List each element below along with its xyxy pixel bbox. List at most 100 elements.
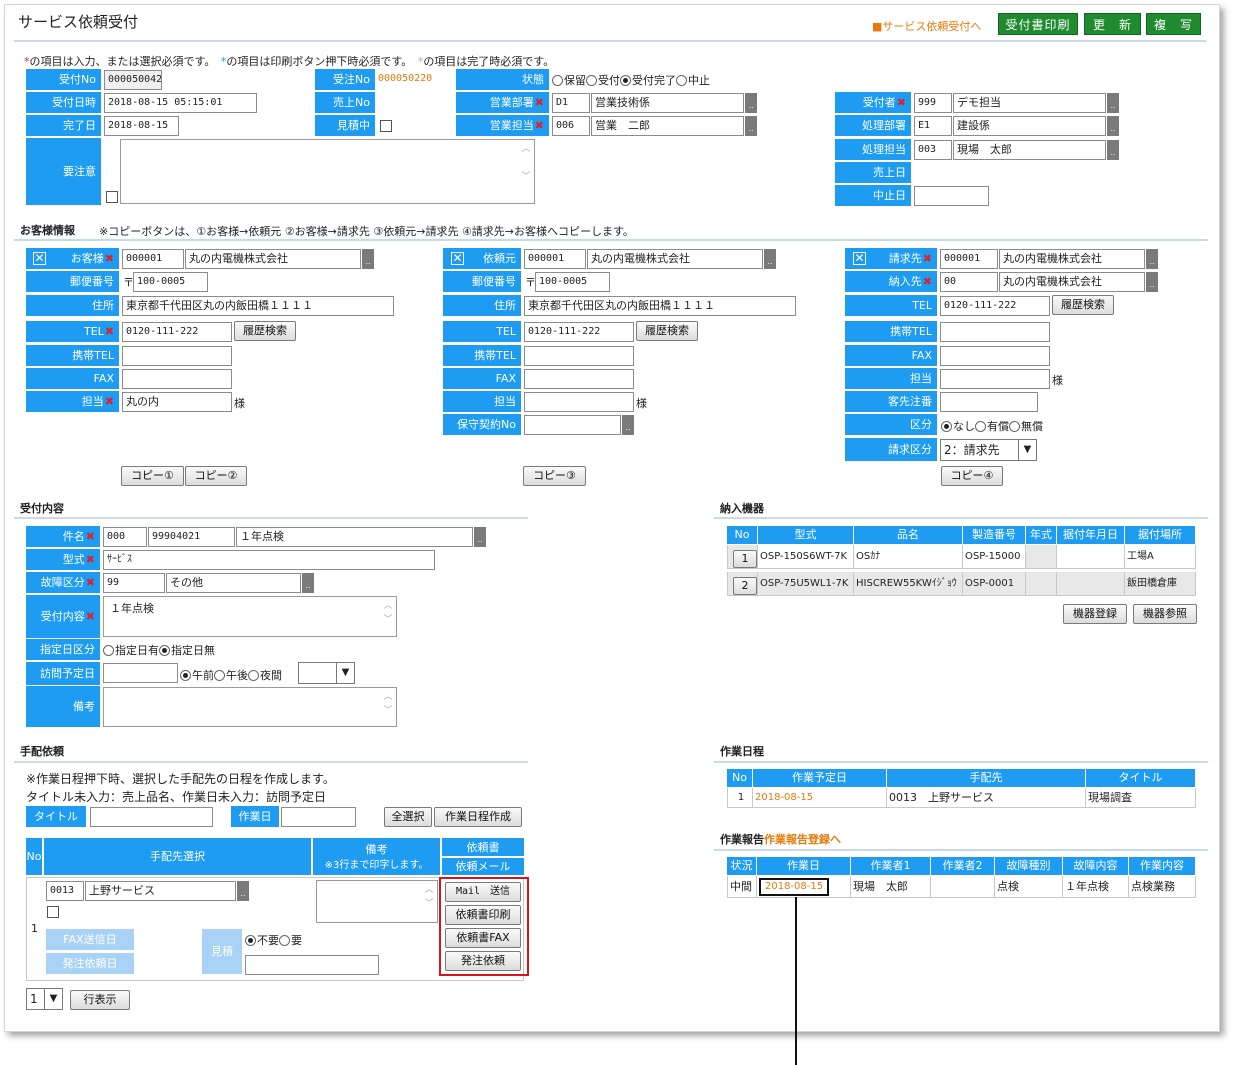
- charge-type-radio-group[interactable]: なし 有償 無償: [941, 418, 1043, 434]
- model-field[interactable]: ｻｰﾋﾞｽ: [103, 550, 435, 570]
- billing-type-select[interactable]: 2：請求先 ▼: [940, 439, 1037, 461]
- status-complete-radio[interactable]: [620, 75, 631, 86]
- customer-tel-field[interactable]: 0120-111-222: [122, 322, 232, 342]
- billing-tel-field[interactable]: 0120-111-222: [940, 296, 1050, 316]
- caution-textarea[interactable]: ︿ ﹀: [120, 139, 535, 204]
- order-request-button[interactable]: 発注依頼: [445, 951, 521, 971]
- estimate-none-radio[interactable]: [245, 935, 256, 946]
- maintenance-contract-lookup-button[interactable]: ..: [622, 415, 634, 435]
- completion-date-field[interactable]: 2018-08-15: [104, 116, 179, 136]
- charge-none-radio[interactable]: [941, 421, 952, 432]
- reception-content-textarea[interactable]: １年点検 ︿ ﹀: [103, 596, 397, 637]
- customer-mobile-field[interactable]: [122, 346, 232, 366]
- date-specified-radio[interactable]: [103, 645, 114, 656]
- caution-checkbox[interactable]: [106, 191, 118, 203]
- charge-paid-radio[interactable]: [975, 421, 986, 432]
- billing-fax-field[interactable]: [940, 346, 1050, 366]
- customer-code[interactable]: 000001: [122, 249, 184, 269]
- sales-rep-lookup-button[interactable]: ..: [745, 116, 757, 136]
- schedule-date-cell[interactable]: 2018-08-15: [753, 788, 887, 808]
- requester-history-button[interactable]: 履歴検索: [636, 321, 698, 341]
- billing-clear-icon[interactable]: ✕: [853, 252, 866, 265]
- requester-mobile-field[interactable]: [524, 346, 634, 366]
- date-unspecified-radio[interactable]: [159, 645, 170, 656]
- requester-contact-field[interactable]: [524, 392, 634, 412]
- update-button[interactable]: 更 新: [1084, 13, 1141, 35]
- receiver-lookup-button[interactable]: ..: [1107, 93, 1119, 113]
- billing-history-button[interactable]: 履歴検索: [1052, 295, 1114, 315]
- vendor-lookup-button[interactable]: ..: [237, 881, 249, 901]
- customer-po-field[interactable]: [940, 392, 1038, 412]
- arrangement-remarks-textarea[interactable]: ︿ ﹀: [316, 880, 438, 923]
- show-rows-button[interactable]: 行表示: [70, 990, 130, 1010]
- estimate-required-radio[interactable]: [279, 935, 290, 946]
- estimating-checkbox[interactable]: [380, 120, 392, 132]
- estimate-radio-group[interactable]: 不要要: [245, 932, 302, 948]
- estimate-field[interactable]: [245, 955, 379, 975]
- select-all-button[interactable]: 全選択: [384, 807, 432, 827]
- copy-record-button[interactable]: 複 写: [1146, 13, 1201, 35]
- visit-date-field[interactable]: [103, 663, 178, 683]
- customer-history-button[interactable]: 履歴検索: [234, 321, 296, 341]
- status-cancel-radio[interactable]: [676, 75, 687, 86]
- requester-clear-icon[interactable]: ✕: [451, 252, 464, 265]
- copy1-button[interactable]: コピー①: [121, 466, 184, 486]
- visit-night-radio[interactable]: [248, 670, 259, 681]
- copy4-button[interactable]: コピー④: [941, 466, 1003, 486]
- receiver-code[interactable]: 999: [914, 93, 952, 113]
- work-date-field[interactable]: [281, 807, 356, 827]
- fault-type-code[interactable]: 99: [103, 573, 165, 593]
- visit-pm-radio[interactable]: [214, 670, 225, 681]
- proc-dept-lookup-button[interactable]: ..: [1107, 116, 1119, 136]
- proc-rep-code[interactable]: 003: [914, 140, 952, 160]
- customer-address-field[interactable]: 東京都千代田区丸の内飯田橋１１１１: [122, 296, 394, 316]
- maintenance-contract-field[interactable]: [524, 415, 621, 435]
- fax-request-button[interactable]: 依頼書FAX: [445, 928, 521, 948]
- requester-zip-field[interactable]: 100-0005: [535, 272, 610, 292]
- cancel-date-field[interactable]: [914, 186, 989, 206]
- copy2-button[interactable]: コピー②: [185, 466, 247, 486]
- receipt-datetime-field[interactable]: 2018-08-15 05:15:01: [104, 93, 257, 113]
- vendor-code[interactable]: 0013: [46, 881, 84, 901]
- vendor-select-checkbox[interactable]: [47, 906, 59, 918]
- delivery-lookup-button[interactable]: ..: [1146, 272, 1158, 292]
- report-date-link[interactable]: 2018-08-15: [759, 878, 830, 896]
- status-radio-group[interactable]: 保留 受付 受付完了 中止: [552, 72, 710, 88]
- requester-code[interactable]: 000001: [524, 249, 586, 269]
- requester-lookup-button[interactable]: ..: [764, 249, 776, 269]
- proc-dept-code[interactable]: E1: [914, 116, 952, 136]
- rows-count-select[interactable]: 1 ▼: [26, 988, 63, 1010]
- status-hold-radio[interactable]: [552, 75, 563, 86]
- equipment-row-button[interactable]: 1: [733, 550, 757, 568]
- print-request-button[interactable]: 依頼書印刷: [445, 905, 521, 925]
- billing-mobile-field[interactable]: [940, 322, 1050, 342]
- billing-lookup-button[interactable]: ..: [1146, 249, 1158, 269]
- status-received-radio[interactable]: [586, 75, 597, 86]
- print-receipt-button[interactable]: 受付書印刷: [998, 13, 1078, 35]
- arrangement-title-field[interactable]: [90, 807, 213, 827]
- fault-type-lookup-button[interactable]: ..: [302, 573, 314, 593]
- copy3-button[interactable]: コピー③: [523, 466, 586, 486]
- equipment-row-button[interactable]: 2: [733, 577, 757, 595]
- charge-free-radio[interactable]: [1009, 421, 1020, 432]
- equipment-reference-button[interactable]: 機器参照: [1133, 604, 1197, 624]
- service-request-link[interactable]: ■サービス依頼受付へ: [872, 18, 981, 34]
- subject-lookup-button[interactable]: ..: [474, 527, 486, 547]
- billing-contact-field[interactable]: [940, 369, 1050, 389]
- visit-am-radio[interactable]: [180, 670, 191, 681]
- remarks-textarea[interactable]: ︿ ﹀: [103, 687, 397, 727]
- requester-fax-field[interactable]: [524, 369, 634, 389]
- send-mail-button[interactable]: Mail 送信: [445, 882, 521, 902]
- delivery-code[interactable]: 00: [940, 272, 998, 292]
- report-register-link[interactable]: 作業報告登録へ: [764, 833, 841, 846]
- customer-zip-field[interactable]: 100-0005: [133, 272, 208, 292]
- create-schedule-button[interactable]: 作業日程作成: [434, 807, 522, 827]
- visit-time-radio-group[interactable]: 午前 午後 夜間: [180, 667, 282, 683]
- customer-contact-field[interactable]: 丸の内: [122, 392, 232, 412]
- requester-tel-field[interactable]: 0120-111-222: [524, 322, 634, 342]
- sales-rep-code[interactable]: 006: [552, 116, 590, 136]
- proc-rep-lookup-button[interactable]: ..: [1107, 140, 1119, 160]
- sales-dept-code[interactable]: D1: [552, 93, 590, 113]
- customer-clear-icon[interactable]: ✕: [33, 252, 46, 265]
- billing-code[interactable]: 000001: [940, 249, 998, 269]
